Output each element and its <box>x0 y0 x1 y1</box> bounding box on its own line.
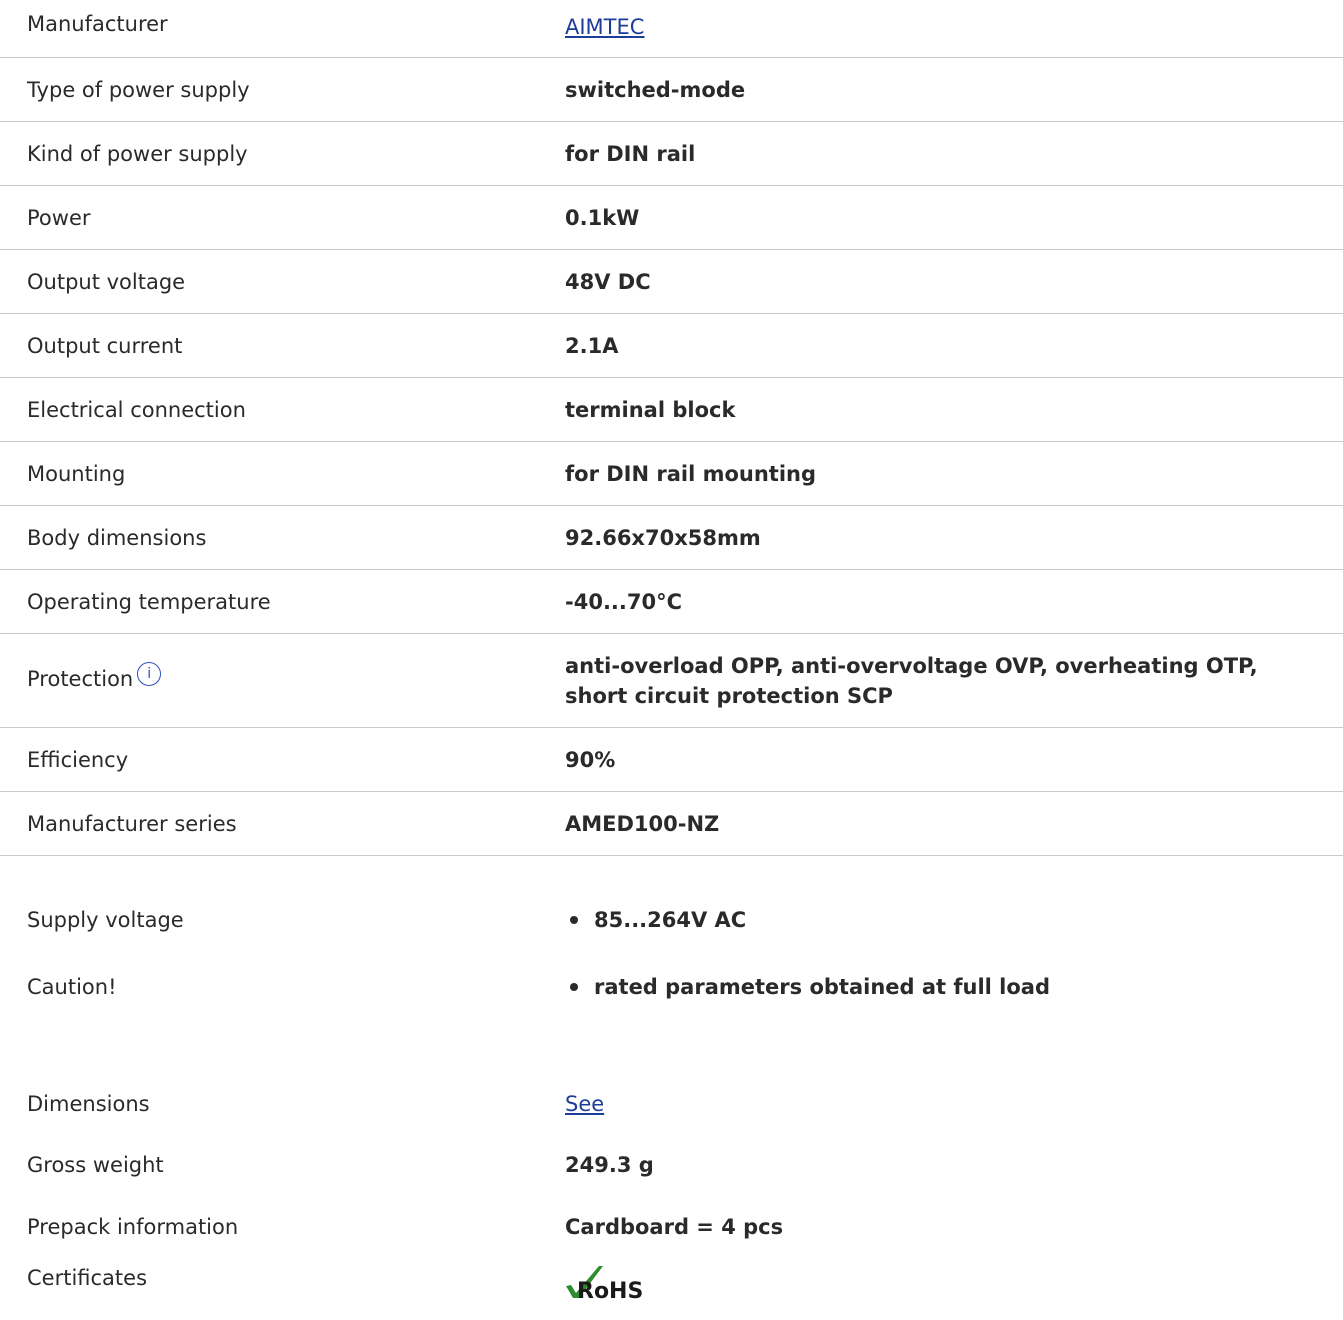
spec-label: Mounting <box>27 461 126 486</box>
spec-row-gross-weight: Gross weight 249.3 g <box>0 1134 1343 1196</box>
spec-label: Electrical connection <box>27 397 246 422</box>
supply-voltage-list: 85...264V AC <box>565 905 1283 935</box>
spec-value: 48V DC <box>565 269 651 294</box>
spec-value: terminal block <box>565 397 736 422</box>
caution-list: rated parameters obtained at full load <box>565 972 1283 1002</box>
spec-label: Dimensions <box>27 1092 150 1116</box>
spec-label: Efficiency <box>27 747 129 772</box>
spec-label: Manufacturer series <box>27 811 237 836</box>
spec-label: Protection <box>27 667 134 691</box>
manufacturer-link[interactable]: AIMTEC <box>565 15 644 39</box>
svg-text:RoHS: RoHS <box>577 1279 643 1300</box>
spec-value: rated parameters obtained at full load <box>594 975 1051 999</box>
dimensions-see-link[interactable]: See <box>565 1092 604 1116</box>
rohs-checkmark-icon: RoHS <box>566 1266 643 1300</box>
product-specifications: Manufacturer AIMTEC Type of power supply… <box>0 0 1343 1320</box>
spec-label: Manufacturer <box>27 12 168 36</box>
bullet-icon <box>570 983 578 991</box>
spec-label: Operating temperature <box>27 589 271 614</box>
list-item: rated parameters obtained at full load <box>565 972 1283 1002</box>
spec-label: Kind of power supply <box>27 141 248 166</box>
spec-row-manufacturer: Manufacturer AIMTEC <box>0 0 1343 58</box>
spec-label: Type of power supply <box>27 77 250 102</box>
spec-row-electrical-connection: Electrical connection terminal block <box>0 378 1343 442</box>
spec-value: 90% <box>565 747 616 772</box>
spec-label: Output voltage <box>27 269 186 294</box>
spec-value: for DIN rail <box>565 141 696 166</box>
spec-value: 249.3 g <box>565 1153 654 1177</box>
spec-value: Cardboard = 4 pcs <box>565 1215 784 1239</box>
spec-label: Output current <box>27 333 183 358</box>
spec-label: Gross weight <box>27 1153 164 1177</box>
spec-label-protection: Protection i <box>27 662 565 694</box>
spec-row-type: Type of power supply switched-mode <box>0 58 1343 122</box>
spec-label: Certificates <box>27 1266 148 1290</box>
spec-value: 0.1kW <box>565 205 640 230</box>
spec-row-manufacturer-series: Manufacturer series AMED100-NZ <box>0 792 1343 856</box>
spec-row-output-current: Output current 2.1A <box>0 314 1343 378</box>
spec-row-protection: Protection i anti-overload OPP, anti-over… <box>0 634 1343 728</box>
list-item: 85...264V AC <box>565 905 1283 935</box>
spec-row-output-voltage: Output voltage 48V DC <box>0 250 1343 314</box>
spec-row-efficiency: Efficiency 90% <box>0 728 1343 792</box>
spec-label: Power <box>27 205 91 230</box>
spec-row-certificates: Certificates RoHS <box>0 1258 1343 1320</box>
spec-value: switched-mode <box>565 77 746 102</box>
spec-label: Body dimensions <box>27 525 207 550</box>
info-icon[interactable]: i <box>137 662 162 686</box>
spec-label: Supply voltage <box>27 908 184 932</box>
bullet-icon <box>570 916 578 924</box>
spec-row-prepack: Prepack information Cardboard = 4 pcs <box>0 1196 1343 1258</box>
spec-value: anti-overload OPP, anti-overvoltage OVP,… <box>565 653 1258 708</box>
spec-value: 2.1A <box>565 333 619 358</box>
spec-row-power: Power 0.1kW <box>0 186 1343 250</box>
spec-row-dimensions: Dimensions See <box>0 1074 1343 1134</box>
spec-row-kind: Kind of power supply for DIN rail <box>0 122 1343 186</box>
spec-value: 92.66x70x58mm <box>565 525 761 550</box>
spec-value: AMED100-NZ <box>565 811 720 836</box>
spec-label: Caution! <box>27 975 117 999</box>
spec-label: Prepack information <box>27 1215 239 1239</box>
rohs-badge: RoHS <box>565 1264 649 1300</box>
spec-row-mounting: Mounting for DIN rail mounting <box>0 442 1343 506</box>
spec-row-operating-temperature: Operating temperature -40...70°C <box>0 570 1343 634</box>
spec-row-caution: Caution! rated parameters obtained at fu… <box>0 964 1343 1010</box>
spec-value: for DIN rail mounting <box>565 461 817 486</box>
spec-row-body-dimensions: Body dimensions 92.66x70x58mm <box>0 506 1343 570</box>
spec-value: 85...264V AC <box>594 908 747 932</box>
spec-value: -40...70°C <box>565 589 683 614</box>
